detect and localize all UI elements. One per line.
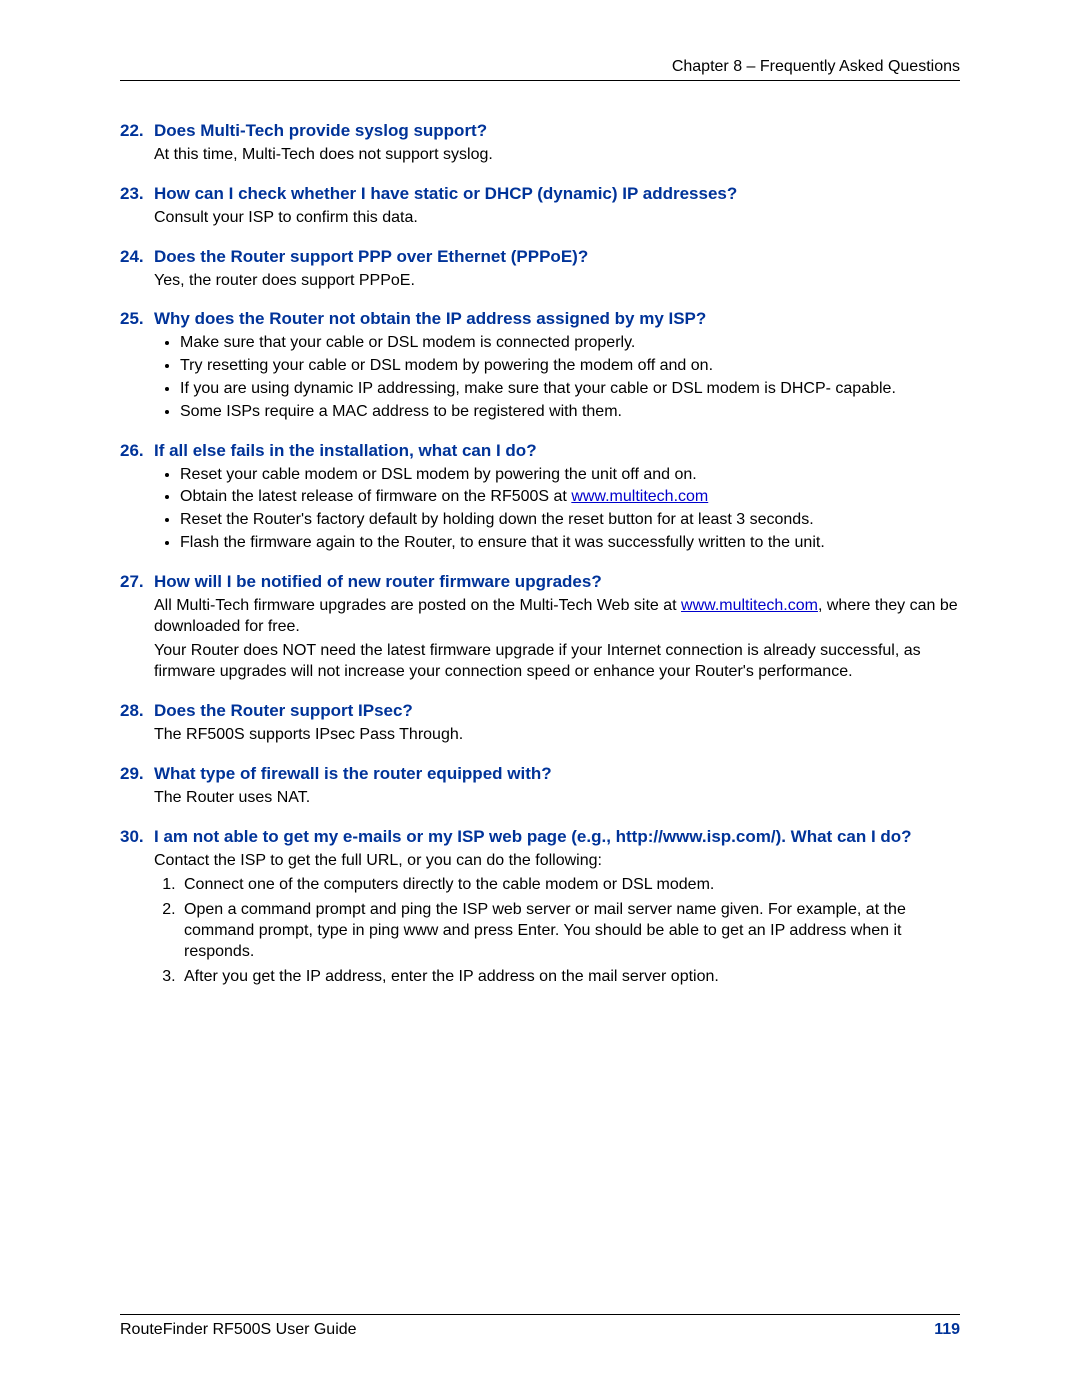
faq-answer: Contact the ISP to get the full URL, or … bbox=[154, 851, 960, 988]
faq-step-list: Connect one of the computers directly to… bbox=[180, 875, 960, 987]
faq-answer-paragraph: Contact the ISP to get the full URL, or … bbox=[154, 851, 960, 872]
faq-number: 26. bbox=[120, 441, 154, 461]
external-link[interactable]: www.multitech.com bbox=[571, 488, 708, 505]
faq-answer-paragraph: The Router uses NAT. bbox=[154, 788, 960, 809]
faq-number: 24. bbox=[120, 247, 154, 267]
faq-number: 22. bbox=[120, 121, 154, 141]
faq-question-row: 23.How can I check whether I have static… bbox=[120, 184, 960, 204]
faq-question: Does the Router support IPsec? bbox=[154, 701, 413, 721]
faq-question-row: 24.Does the Router support PPP over Ethe… bbox=[120, 247, 960, 267]
faq-question: Does Multi-Tech provide syslog support? bbox=[154, 121, 487, 141]
faq-step: After you get the IP address, enter the … bbox=[180, 967, 960, 988]
faq-answer-paragraph: Your Router does NOT need the latest fir… bbox=[154, 641, 960, 683]
faq-question-row: 25.Why does the Router not obtain the IP… bbox=[120, 309, 960, 329]
faq-item: 28.Does the Router support IPsec? The RF5… bbox=[120, 701, 960, 746]
faq-number: 29. bbox=[120, 764, 154, 784]
faq-answer-paragraph: All Multi-Tech firmware upgrades are pos… bbox=[154, 596, 960, 638]
faq-question: How can I check whether I have static or… bbox=[154, 184, 737, 204]
faq-answer-paragraph: The RF500S supports IPsec Pass Through. bbox=[154, 725, 960, 746]
faq-bullet: Make sure that your cable or DSL modem i… bbox=[180, 333, 960, 354]
faq-question: How will I be notified of new router fir… bbox=[154, 572, 602, 592]
faq-item: 22.Does Multi-Tech provide syslog suppor… bbox=[120, 121, 960, 166]
faq-question: I am not able to get my e-mails or my IS… bbox=[154, 827, 912, 847]
faq-item: 30.I am not able to get my e-mails or my… bbox=[120, 827, 960, 988]
faq-bullet: Obtain the latest release of firmware on… bbox=[180, 487, 960, 508]
faq-answer: All Multi-Tech firmware upgrades are pos… bbox=[154, 596, 960, 683]
faq-item: 29.What type of firewall is the router e… bbox=[120, 764, 960, 809]
faq-answer: The RF500S supports IPsec Pass Through. bbox=[154, 725, 960, 746]
faq-question: What type of firewall is the router equi… bbox=[154, 764, 552, 784]
faq-answer: Make sure that your cable or DSL modem i… bbox=[154, 333, 960, 422]
faq-answer-paragraph: At this time, Multi-Tech does not suppor… bbox=[154, 145, 960, 166]
faq-question-row: 29.What type of firewall is the router e… bbox=[120, 764, 960, 784]
faq-bullet: Some ISPs require a MAC address to be re… bbox=[180, 402, 960, 423]
faq-question-row: 28.Does the Router support IPsec? bbox=[120, 701, 960, 721]
faq-number: 23. bbox=[120, 184, 154, 204]
faq-list: 22.Does Multi-Tech provide syslog suppor… bbox=[120, 121, 960, 987]
page-header: Chapter 8 – Frequently Asked Questions bbox=[120, 58, 960, 81]
faq-bullet: If you are using dynamic IP addressing, … bbox=[180, 379, 960, 400]
faq-item: 24.Does the Router support PPP over Ethe… bbox=[120, 247, 960, 292]
faq-item: 23.How can I check whether I have static… bbox=[120, 184, 960, 229]
faq-answer: Consult your ISP to confirm this data. bbox=[154, 208, 960, 229]
faq-bullet-list: Reset your cable modem or DSL modem by p… bbox=[180, 465, 960, 554]
faq-bullet: Reset your cable modem or DSL modem by p… bbox=[180, 465, 960, 486]
faq-number: 30. bbox=[120, 827, 154, 847]
faq-question: Why does the Router not obtain the IP ad… bbox=[154, 309, 706, 329]
external-link[interactable]: www.multitech.com bbox=[681, 597, 818, 614]
faq-answer-paragraph: Consult your ISP to confirm this data. bbox=[154, 208, 960, 229]
faq-question-row: 30.I am not able to get my e-mails or my… bbox=[120, 827, 960, 847]
faq-number: 27. bbox=[120, 572, 154, 592]
faq-bullet: Try resetting your cable or DSL modem by… bbox=[180, 356, 960, 377]
faq-item: 25.Why does the Router not obtain the IP… bbox=[120, 309, 960, 422]
faq-answer-paragraph: Yes, the router does support PPPoE. bbox=[154, 271, 960, 292]
faq-question: If all else fails in the installation, w… bbox=[154, 441, 537, 461]
faq-step: Open a command prompt and ping the ISP w… bbox=[180, 900, 960, 962]
faq-question-row: 26.If all else fails in the installation… bbox=[120, 441, 960, 461]
faq-bullet-list: Make sure that your cable or DSL modem i… bbox=[180, 333, 960, 422]
faq-item: 27.How will I be notified of new router … bbox=[120, 572, 960, 683]
faq-bullet: Flash the firmware again to the Router, … bbox=[180, 533, 960, 554]
faq-answer: Yes, the router does support PPPoE. bbox=[154, 271, 960, 292]
chapter-label: Chapter 8 – Frequently Asked Questions bbox=[672, 58, 960, 75]
faq-answer: At this time, Multi-Tech does not suppor… bbox=[154, 145, 960, 166]
page-footer: RouteFinder RF500S User Guide 119 bbox=[120, 1314, 960, 1339]
faq-number: 25. bbox=[120, 309, 154, 329]
faq-item: 26.If all else fails in the installation… bbox=[120, 441, 960, 554]
faq-question-row: 22.Does Multi-Tech provide syslog suppor… bbox=[120, 121, 960, 141]
faq-question-row: 27.How will I be notified of new router … bbox=[120, 572, 960, 592]
page-number: 119 bbox=[934, 1321, 960, 1339]
faq-answer: The Router uses NAT. bbox=[154, 788, 960, 809]
faq-number: 28. bbox=[120, 701, 154, 721]
footer-guide: RouteFinder RF500S User Guide bbox=[120, 1321, 357, 1339]
faq-bullet: Reset the Router's factory default by ho… bbox=[180, 510, 960, 531]
faq-step: Connect one of the computers directly to… bbox=[180, 875, 960, 896]
faq-answer: Reset your cable modem or DSL modem by p… bbox=[154, 465, 960, 554]
faq-question: Does the Router support PPP over Etherne… bbox=[154, 247, 588, 267]
